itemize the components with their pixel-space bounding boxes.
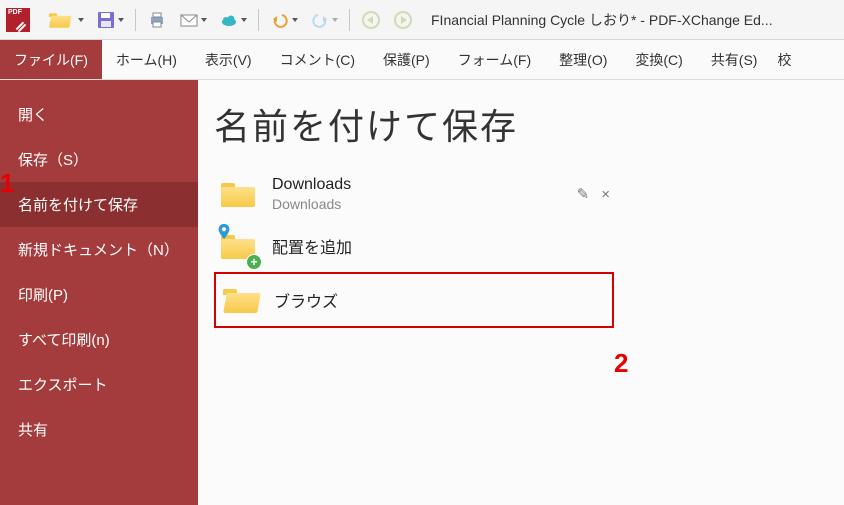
add-location-label: 配置を追加 [272,234,610,258]
sidebar-item-export[interactable]: エクスポート [0,362,198,407]
browse-row[interactable]: ブラウズ [214,272,614,328]
open-folder-icon [223,287,257,313]
separator [349,9,350,31]
ribbon-tabs: ファイル(F) ホーム(H) 表示(V) コメント(C) 保護(P) フォーム(… [0,40,844,80]
sidebar-item-new-doc[interactable]: 新規ドキュメント（N） [0,227,198,272]
email-button[interactable] [175,6,211,34]
add-location-row[interactable]: + 配置を追加 [214,220,614,272]
envelope-icon [179,10,199,30]
title-bar: FInancial Planning Cycle しおり* - PDF-XCha… [0,0,844,40]
chevron-down-icon [241,18,247,22]
sidebar-item-open[interactable]: 開く [0,92,198,137]
destination-path: Downloads [272,196,563,212]
recent-destination-row[interactable]: Downloads Downloads ✎ × [214,168,614,220]
tab-convert[interactable]: 変換(C) [621,40,696,79]
sidebar-item-save[interactable]: 保存（S） [0,137,198,182]
tab-share[interactable]: 共有(S) [697,40,772,79]
undo-icon [270,10,290,30]
browse-label: ブラウズ [274,288,608,312]
tab-organize[interactable]: 整理(O) [545,40,621,79]
tab-form[interactable]: フォーム(F) [444,40,545,79]
nav-back-button[interactable] [357,6,385,34]
tab-home[interactable]: ホーム(H) [102,40,191,79]
map-pin-icon [215,223,233,241]
annotation-1: 1 [0,168,14,199]
save-as-panel: 名前を付けて保存 Downloads Downloads ✎ × + 配置を追加 [198,80,844,505]
chevron-down-icon [332,18,338,22]
cloud-icon [219,10,239,30]
tab-file[interactable]: ファイル(F) [0,40,102,79]
panel-heading: 名前を付けて保存 [214,98,828,150]
separator [135,9,136,31]
separator [258,9,259,31]
arrow-right-circle-icon [393,10,413,30]
tab-protect[interactable]: 保護(P) [369,40,444,79]
chevron-down-icon [118,18,124,22]
remove-destination-button[interactable]: × [601,186,610,203]
redo-icon [310,10,330,30]
arrow-left-circle-icon [361,10,381,30]
print-button[interactable] [143,6,171,34]
printer-icon [147,10,167,30]
file-menu-sidebar: 開く 保存（S） 名前を付けて保存 新規ドキュメント（N） 印刷(P) すべて印… [0,80,198,505]
sidebar-item-print-all[interactable]: すべて印刷(n) [0,317,198,362]
undo-button[interactable] [266,6,302,34]
chevron-down-icon [201,18,207,22]
edit-destination-button[interactable]: ✎ [577,185,590,203]
plus-badge-icon: + [246,254,262,270]
nav-forward-button[interactable] [389,6,417,34]
annotation-2: 2 [614,348,628,379]
tab-comment[interactable]: コメント(C) [266,40,369,79]
sidebar-item-print[interactable]: 印刷(P) [0,272,198,317]
folder-icon [221,181,255,207]
sidebar-item-share[interactable]: 共有 [0,407,198,452]
tab-overflow[interactable]: 校 [771,40,797,79]
cloud-button[interactable] [215,6,251,34]
redo-button[interactable] [306,6,342,34]
open-button[interactable] [38,6,88,34]
sidebar-item-save-as[interactable]: 名前を付けて保存 [0,182,198,227]
chevron-down-icon [292,18,298,22]
app-icon [6,8,30,32]
floppy-disk-icon [96,10,116,30]
destination-name: Downloads [272,176,563,194]
tab-view[interactable]: 表示(V) [191,40,266,79]
save-button[interactable] [92,6,128,34]
chevron-down-icon [78,18,84,22]
window-title: FInancial Planning Cycle しおり* - PDF-XCha… [431,10,773,30]
